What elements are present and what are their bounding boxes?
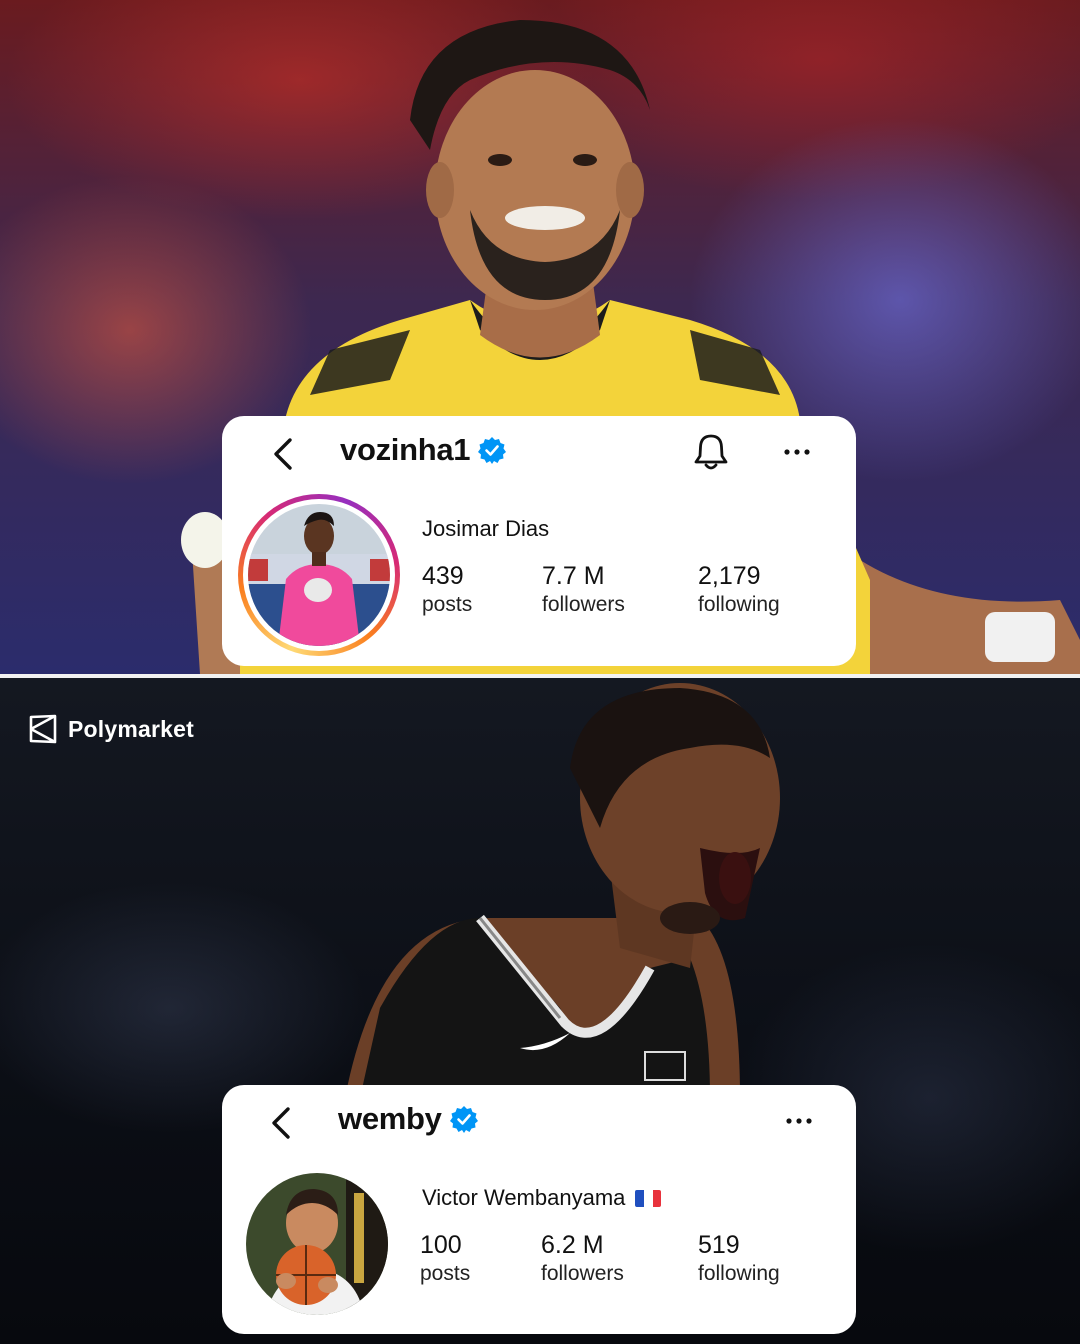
handle-row: wemby bbox=[338, 1101, 478, 1137]
posts-label: posts bbox=[422, 593, 473, 616]
polymarket-logo-icon bbox=[29, 714, 57, 744]
followers-label: followers bbox=[541, 1262, 624, 1285]
profile-fullname: Josimar Dias bbox=[422, 516, 549, 542]
more-icon[interactable] bbox=[782, 440, 812, 464]
following-count: 2,179 bbox=[698, 562, 761, 590]
following-label: following bbox=[698, 593, 780, 616]
following-label: following bbox=[698, 1262, 780, 1285]
stat-following[interactable]: 519 following bbox=[698, 1230, 780, 1288]
bell-icon[interactable] bbox=[692, 432, 730, 472]
posts-label: posts bbox=[420, 1262, 471, 1285]
stat-followers[interactable]: 6.2 M followers bbox=[541, 1230, 624, 1288]
story-avatar[interactable] bbox=[238, 494, 400, 656]
back-icon[interactable] bbox=[264, 1103, 300, 1143]
stat-following[interactable]: 2,179 following bbox=[698, 561, 780, 619]
profile-card-wemby: wemby Victor Wembanyama 100 posts 6.2 M … bbox=[222, 1085, 856, 1334]
polymarket-brand: Polymarket bbox=[28, 713, 194, 745]
fullname-text: Victor Wembanyama bbox=[422, 1185, 626, 1210]
profile-header: wemby bbox=[222, 1085, 856, 1159]
stat-posts[interactable]: 439 posts bbox=[422, 561, 472, 619]
profile-handle: wemby bbox=[338, 1101, 442, 1136]
avatar-image bbox=[248, 504, 390, 646]
profile-header: vozinha1 bbox=[222, 416, 856, 490]
profile-fullname: Victor Wembanyama bbox=[422, 1185, 662, 1211]
posts-count: 100 bbox=[420, 1231, 462, 1259]
profile-handle: vozinha1 bbox=[340, 432, 471, 467]
fullname-text: Josimar Dias bbox=[422, 516, 550, 541]
france-flag-icon bbox=[635, 1189, 662, 1207]
polymarket-name: Polymarket bbox=[68, 715, 195, 742]
posts-count: 439 bbox=[422, 562, 464, 590]
profile-card-vozinha1: vozinha1 Josimar Dias 439 posts 7.7 M fo… bbox=[222, 416, 856, 666]
more-icon[interactable] bbox=[784, 1109, 814, 1133]
avatar-image[interactable] bbox=[246, 1173, 388, 1315]
stat-followers[interactable]: 7.7 M followers bbox=[542, 561, 625, 619]
followers-count: 6.2 M bbox=[541, 1231, 604, 1259]
followers-label: followers bbox=[542, 593, 625, 616]
verified-icon bbox=[478, 437, 507, 464]
following-count: 519 bbox=[698, 1231, 740, 1259]
back-icon[interactable] bbox=[266, 434, 302, 474]
verified-icon bbox=[449, 1106, 478, 1133]
stat-posts[interactable]: 100 posts bbox=[420, 1230, 470, 1288]
handle-row: vozinha1 bbox=[340, 432, 507, 468]
followers-count: 7.7 M bbox=[542, 562, 605, 590]
